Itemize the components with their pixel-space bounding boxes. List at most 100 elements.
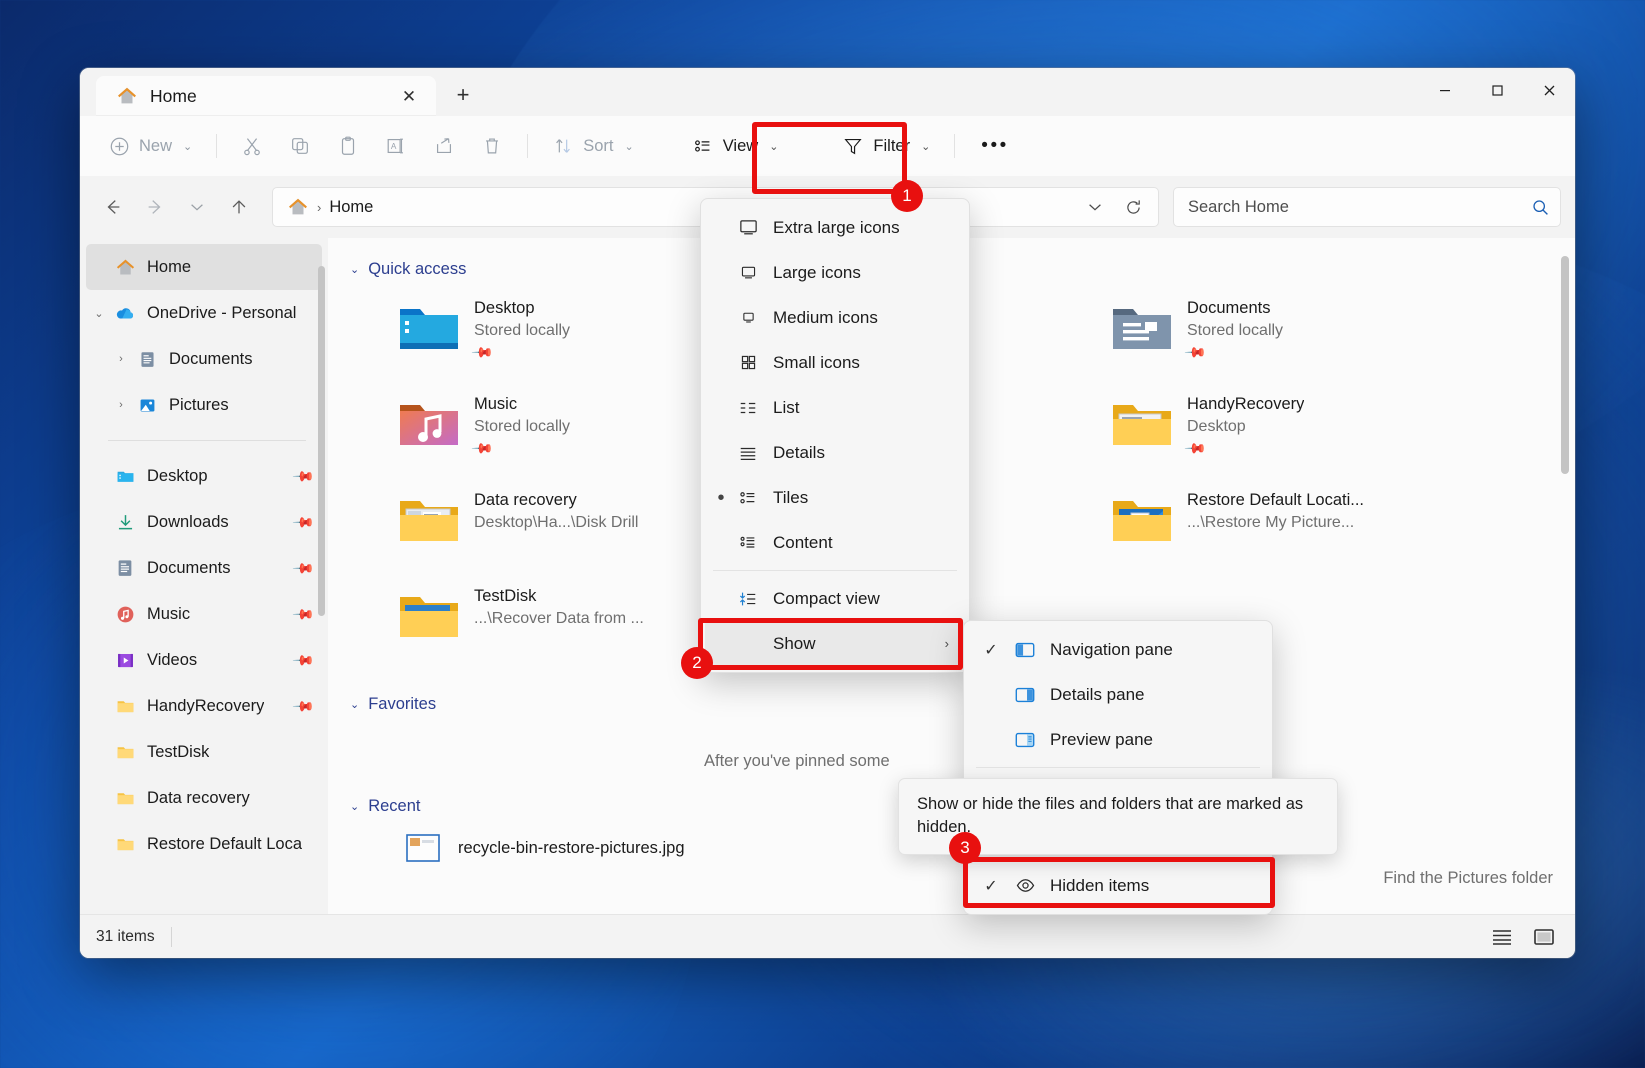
- pin-icon: 📌: [1184, 436, 1208, 458]
- search-icon[interactable]: [1531, 198, 1550, 217]
- view-menu-item-medium-icons[interactable]: Medium icons: [701, 295, 969, 340]
- share-button[interactable]: [421, 126, 467, 166]
- sidebar-item-label: Documents: [169, 350, 252, 369]
- forward-button[interactable]: [136, 188, 174, 226]
- quick-access-tile[interactable]: Restore Default Locati... ...\Restore My…: [1057, 481, 1412, 577]
- copy-icon: [289, 135, 311, 157]
- chevron-down-icon: ⌄: [769, 140, 778, 153]
- chevron-down-icon[interactable]: ⌄: [350, 800, 359, 813]
- back-button[interactable]: [94, 188, 132, 226]
- quick-access-tile[interactable]: Data recovery Desktop\Ha...\Disk Drill: [344, 481, 699, 577]
- sidebar-item-label: Home: [147, 258, 191, 277]
- recent-file-name: recycle-bin-restore-pictures.jpg: [458, 839, 888, 858]
- search-box[interactable]: Search Home: [1173, 187, 1561, 227]
- filter-button[interactable]: Filter ⌄: [830, 126, 942, 166]
- search-input[interactable]: Search Home: [1188, 198, 1531, 217]
- view-menu-item-label: Medium icons: [765, 308, 878, 328]
- content-scrollbar[interactable]: [1561, 256, 1569, 474]
- view-menu-item-content[interactable]: Content: [701, 520, 969, 565]
- sidebar-item-documents[interactable]: Documents 📌: [86, 545, 322, 591]
- address-chevron-down-icon[interactable]: [1078, 191, 1112, 223]
- sidebar-item-pictures-onedrive[interactable]: › Pictures: [86, 382, 322, 428]
- sidebar-item-onedrive[interactable]: ⌄ OneDrive - Personal: [86, 290, 322, 336]
- new-tab-button[interactable]: +: [444, 76, 482, 114]
- up-button[interactable]: [220, 188, 258, 226]
- sidebar-item-videos[interactable]: Videos 📌: [86, 637, 322, 683]
- show-menu-item-details-pane[interactable]: Details pane: [964, 672, 1272, 717]
- show-menu-item-preview-pane[interactable]: Preview pane: [964, 717, 1272, 762]
- sidebar-item-documents-onedrive[interactable]: › Documents: [86, 336, 322, 382]
- recent-label: Recent: [368, 797, 420, 816]
- view-menu-item-large-icons[interactable]: Large icons: [701, 250, 969, 295]
- share-icon: [433, 135, 455, 157]
- pane-left-icon: [1008, 640, 1042, 660]
- minimize-button[interactable]: [1419, 68, 1471, 112]
- refresh-icon[interactable]: [1116, 191, 1150, 223]
- quick-access-tile[interactable]: Music Stored locally 📌: [344, 385, 699, 481]
- chevron-down-icon[interactable]: ⌄: [350, 263, 359, 276]
- sidebar-item-music[interactable]: Music 📌: [86, 591, 322, 637]
- view-menu-item-list[interactable]: List: [701, 385, 969, 430]
- sidebar-item-home[interactable]: Home: [86, 244, 322, 290]
- selected-bullet-icon: •: [711, 490, 731, 506]
- copy-button[interactable]: [277, 126, 323, 166]
- sidebar-item-restore-default-locations[interactable]: Restore Default Loca: [86, 821, 322, 867]
- sort-button[interactable]: Sort ⌄: [540, 126, 645, 166]
- quick-access-tile-sub: ...\Restore My Picture...: [1187, 514, 1364, 532]
- view-menu-item-tiles[interactable]: • Tiles: [701, 475, 969, 520]
- view-menu-item-small-icons[interactable]: Small icons: [701, 340, 969, 385]
- sidebar-item-downloads[interactable]: Downloads 📌: [86, 499, 322, 545]
- quick-access-tile-text: Desktop Stored locally 📌: [462, 299, 570, 362]
- chevron-down-icon[interactable]: ⌄: [86, 307, 112, 320]
- title-bar: Home ✕ +: [80, 68, 1575, 116]
- folder-screenshot-icon: [1109, 491, 1175, 547]
- quick-access-tile[interactable]: Desktop Stored locally 📌: [344, 289, 699, 385]
- quick-access-tile-name: Data recovery: [474, 491, 638, 510]
- show-menu-item-hidden-items[interactable]: ✓ Hidden items: [964, 863, 1272, 908]
- view-menu-item-label: Details: [765, 443, 825, 463]
- quick-access-tile-name: Restore Default Locati...: [1187, 491, 1364, 510]
- sidebar-item-handyrecovery[interactable]: HandyRecovery 📌: [86, 683, 322, 729]
- quick-access-tile[interactable]: HandyRecovery Desktop 📌: [1057, 385, 1412, 481]
- chevron-down-icon[interactable]: ⌄: [350, 698, 359, 711]
- sidebar-scrollbar[interactable]: [318, 266, 325, 616]
- cut-button[interactable]: [229, 126, 275, 166]
- maximize-button[interactable]: [1471, 68, 1523, 112]
- sidebar-item-desktop[interactable]: Desktop 📌: [86, 453, 322, 499]
- list-view-icon[interactable]: [1487, 923, 1517, 951]
- show-menu-item-navigation-pane[interactable]: ✓ Navigation pane: [964, 627, 1272, 672]
- pictures-icon: [134, 396, 160, 415]
- view-menu-item-compact-view[interactable]: Compact view: [701, 576, 969, 621]
- view-menu-item-label: Extra large icons: [765, 218, 900, 238]
- annotation-badge-2: 2: [681, 647, 713, 679]
- view-button[interactable]: View ⌄: [680, 126, 791, 166]
- view-menu-item-show[interactable]: Show ›: [705, 621, 965, 666]
- pin-icon: 📌: [291, 510, 315, 534]
- chevron-right-icon[interactable]: ›: [108, 399, 134, 411]
- sidebar-item-data-recovery[interactable]: Data recovery: [86, 775, 322, 821]
- breadcrumb-home[interactable]: Home: [329, 198, 373, 217]
- new-button[interactable]: New ⌄: [96, 126, 204, 166]
- sidebar-item-testdisk[interactable]: TestDisk: [86, 729, 322, 775]
- quick-access-tile[interactable]: Documents Stored locally 📌: [1057, 289, 1412, 385]
- view-menu-item-label: Show: [765, 634, 816, 654]
- view-menu-item-details[interactable]: Details: [701, 430, 969, 475]
- chevron-right-icon[interactable]: ›: [108, 353, 134, 365]
- toolbar-divider-2: [527, 134, 528, 158]
- folder-icon: [112, 788, 138, 809]
- tab-close-icon[interactable]: ✕: [394, 81, 424, 111]
- delete-button[interactable]: [469, 126, 515, 166]
- paste-button[interactable]: [325, 126, 371, 166]
- quick-access-tile[interactable]: TestDisk ...\Recover Data from ...: [344, 577, 699, 673]
- pane-preview-icon: [1008, 730, 1042, 750]
- recent-locations-button[interactable]: [178, 188, 216, 226]
- rename-button[interactable]: A: [373, 126, 419, 166]
- close-button[interactable]: [1523, 68, 1575, 112]
- view-menu-item-extra-large-icons[interactable]: Extra large icons: [701, 205, 969, 250]
- tiles-view-icon[interactable]: [1529, 923, 1559, 951]
- tab-home[interactable]: Home ✕: [96, 76, 436, 116]
- more-options-button[interactable]: •••: [967, 135, 1022, 157]
- chevron-down-icon: ⌄: [183, 140, 192, 153]
- view-menu-item-label: Tiles: [765, 488, 808, 508]
- favorites-label: Favorites: [368, 695, 436, 714]
